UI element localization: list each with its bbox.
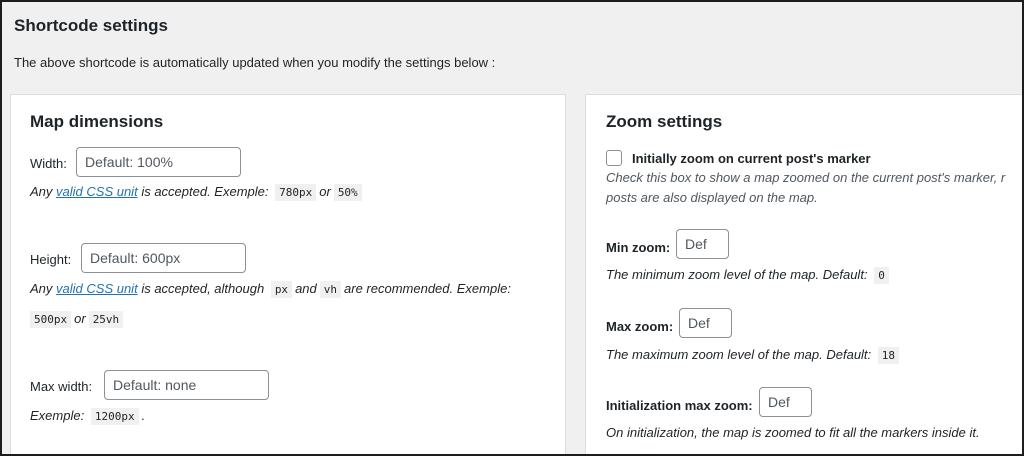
max-zoom-description: The maximum zoom level of the map. Defau… — [606, 347, 902, 364]
max-width-input[interactable] — [104, 370, 269, 400]
width-desc-prefix: Any — [30, 184, 53, 199]
max-width-desc-prefix: Exemple: — [30, 408, 85, 423]
code-0: 0 — [874, 267, 889, 284]
initial-zoom-desc-line2: posts are also displayed on the map. — [606, 190, 818, 205]
map-dimensions-card: Map dimensions Width: Any valid CSS unit… — [10, 94, 566, 454]
max-width-label: Max width: — [30, 379, 93, 394]
init-max-zoom-label: Initialization max zoom: — [606, 398, 753, 413]
min-zoom-description: The minimum zoom level of the map. Defau… — [606, 267, 892, 284]
valid-css-unit-link-2[interactable]: valid CSS unit — [56, 281, 138, 296]
min-zoom-label: Min zoom: — [606, 240, 671, 255]
initial-zoom-desc-line1: Check this box to show a map zoomed on t… — [606, 170, 1006, 185]
max-width-description: Exemple: 1200px. — [30, 408, 146, 425]
height-desc-and: and — [295, 281, 317, 296]
height-description: Any valid CSS unit is accepted, although… — [30, 281, 511, 298]
valid-css-unit-link[interactable]: valid CSS unit — [56, 184, 138, 199]
code-25vh: 25vh — [88, 311, 124, 328]
min-zoom-desc-text: The minimum zoom level of the map. Defau… — [606, 267, 868, 282]
height-desc-prefix: Any — [30, 281, 53, 296]
max-zoom-desc-text: The maximum zoom level of the map. Defau… — [606, 347, 872, 362]
map-dimensions-heading: Map dimensions — [30, 112, 164, 131]
width-desc-middle: is accepted. Exemple: — [141, 184, 269, 199]
page-description: The above shortcode is automatically upd… — [14, 55, 496, 70]
initial-zoom-checkbox[interactable] — [606, 150, 622, 166]
zoom-settings-heading: Zoom settings — [606, 112, 723, 131]
page-title: Shortcode settings — [14, 16, 168, 35]
height-input[interactable] — [81, 243, 246, 273]
code-18: 18 — [877, 347, 900, 364]
height-description-line2: 500px or 25vh — [30, 311, 126, 328]
height-desc-middle: is accepted, although — [141, 281, 265, 296]
init-max-zoom-description: On initialization, the map is zoomed to … — [606, 425, 980, 440]
height-desc-or: or — [74, 311, 86, 326]
width-input[interactable] — [76, 147, 241, 177]
max-width-desc-suffix: . — [141, 408, 146, 423]
width-label: Width: — [30, 156, 67, 171]
code-500px: 500px — [30, 311, 72, 328]
initial-zoom-label[interactable]: Initially zoom on current post's marker — [632, 151, 871, 166]
zoom-settings-card: Zoom settings Initially zoom on current … — [585, 94, 1022, 454]
code-1200px: 1200px — [90, 408, 139, 425]
init-max-zoom-input[interactable] — [759, 387, 812, 417]
code-px: px — [270, 281, 293, 298]
height-desc-suffix: are recommended. Exemple: — [344, 281, 511, 296]
height-label: Height: — [30, 252, 72, 267]
code-vh: vh — [319, 281, 342, 298]
width-desc-or: or — [319, 184, 331, 199]
max-zoom-label: Max zoom: — [606, 319, 674, 334]
width-description: Any valid CSS unit is accepted. Exemple:… — [30, 184, 365, 201]
settings-page: Shortcode settings The above shortcode i… — [0, 0, 1024, 456]
code-50-percent: 50% — [333, 184, 362, 201]
min-zoom-input[interactable] — [676, 229, 729, 259]
max-zoom-input[interactable] — [679, 308, 732, 338]
code-780px: 780px — [275, 184, 317, 201]
